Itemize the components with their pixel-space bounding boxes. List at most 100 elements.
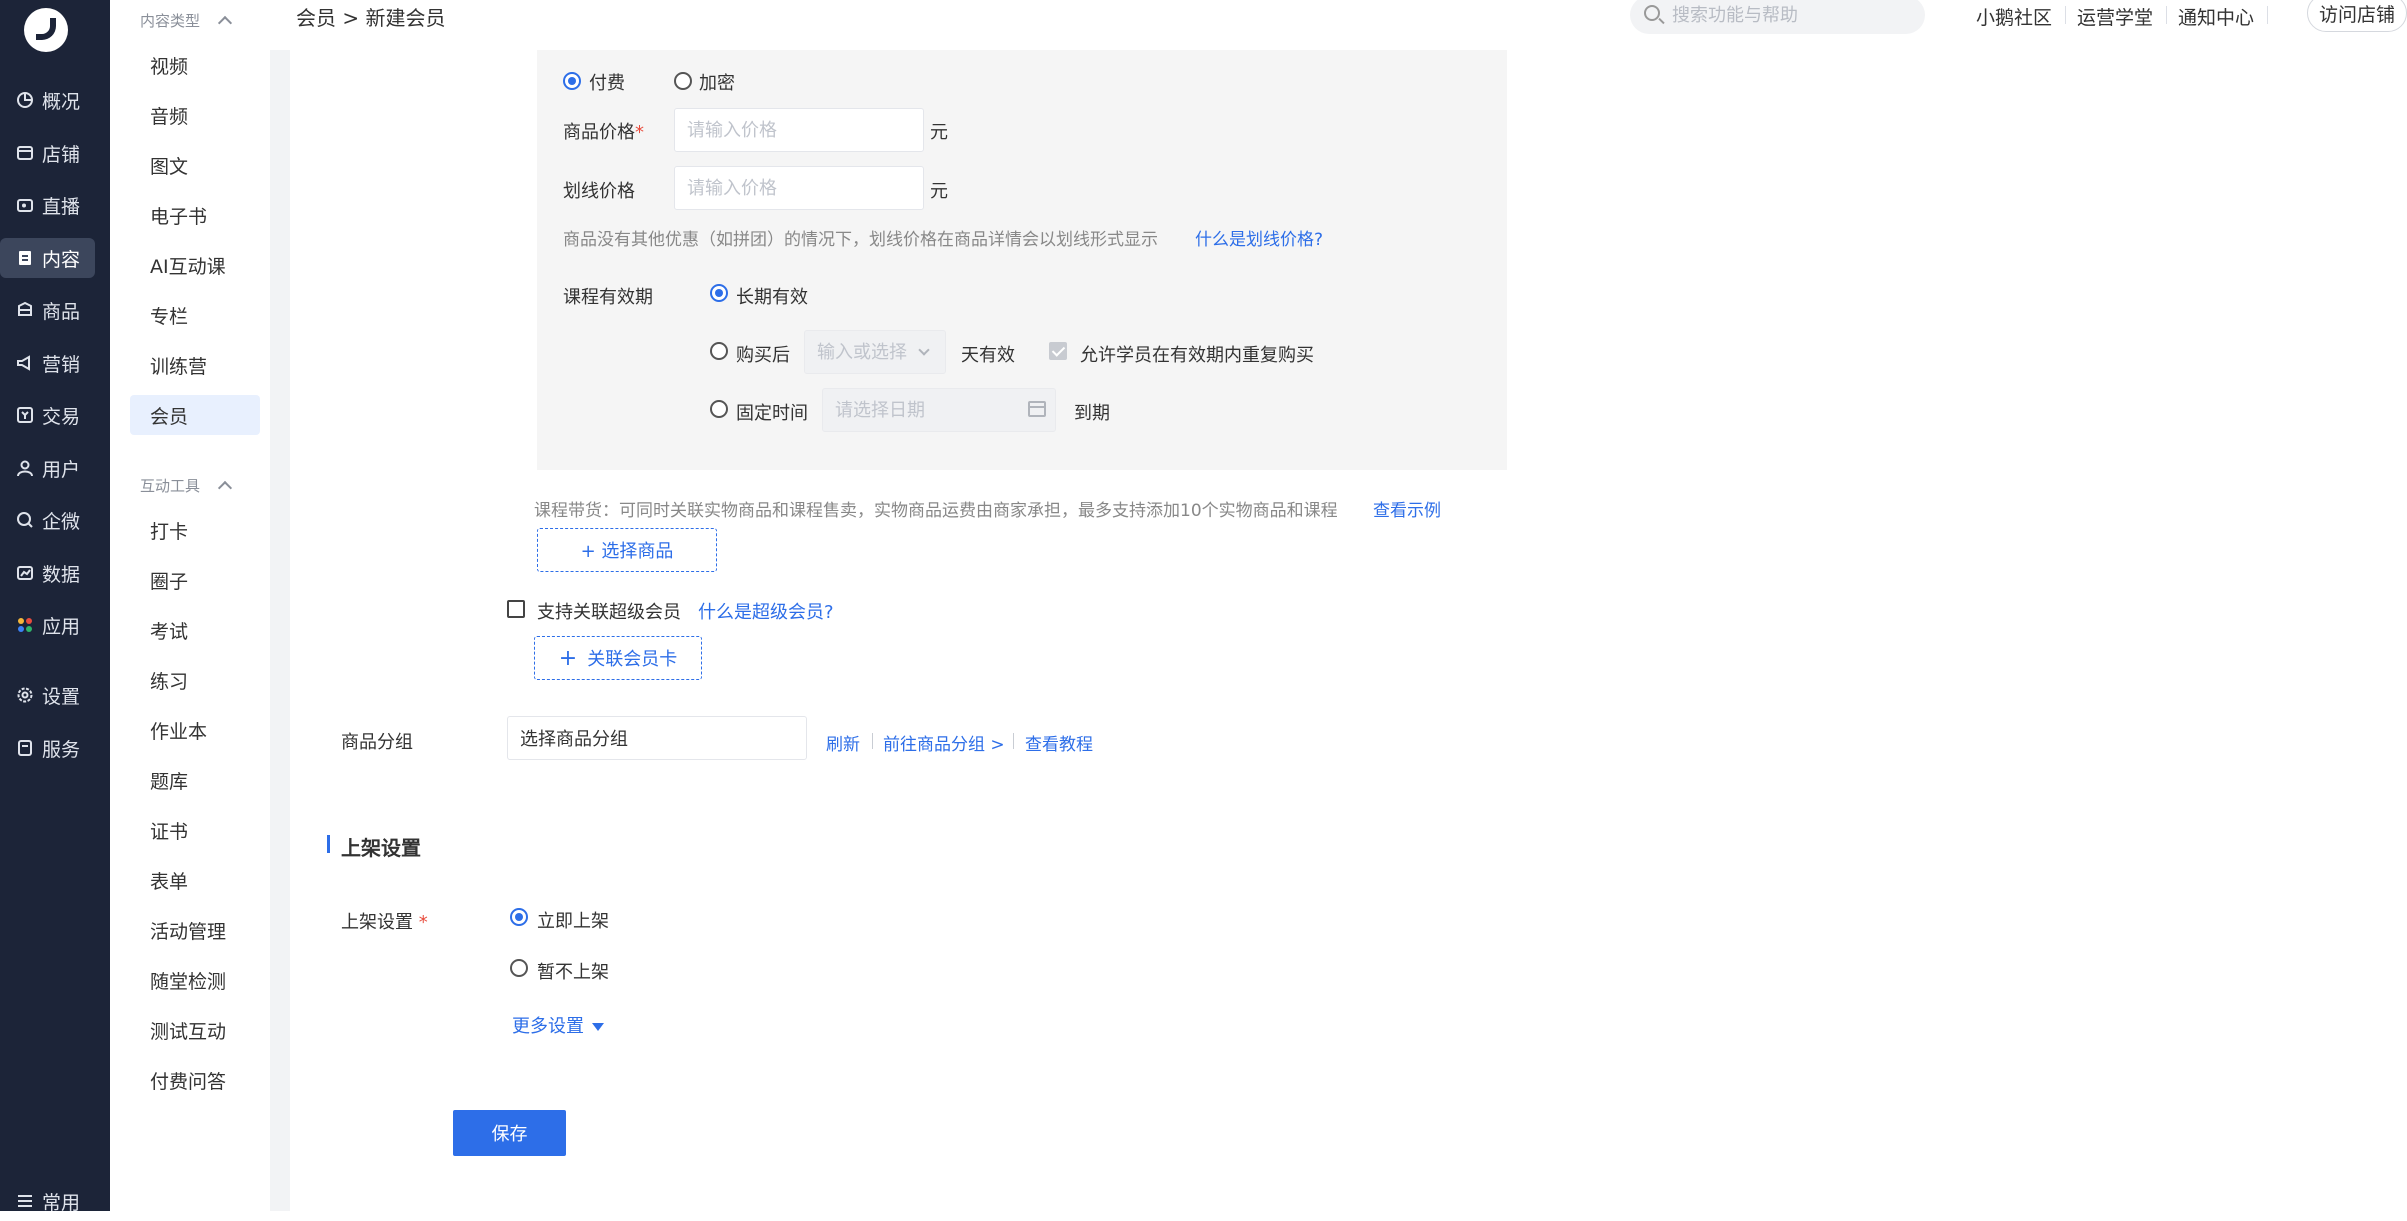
divider [1013,733,1014,749]
nav-item-list[interactable]: 常用 [0,1181,95,1221]
sidebar-item[interactable]: 会员 [130,395,260,435]
tutorial-link[interactable]: 查看教程 [1025,730,1093,755]
search-input[interactable] [1672,2,1912,28]
example-link[interactable]: 查看示例 [1373,496,1441,521]
search-icon [1644,5,1660,21]
search-box[interactable] [1630,0,1925,34]
divider [872,733,873,749]
goods-hint: 课程带货：可同时关联实物商品和课程售卖，实物商品运费由商家承担，最多支持添加10… [534,501,1338,521]
list-icon [16,1192,34,1210]
sidebar-item[interactable]: 测试互动 [130,1010,260,1050]
content-icon [16,249,34,267]
notification-center-link[interactable]: 通知中心 [2178,3,2254,30]
strike-price-help-link[interactable]: 什么是划线价格? [1195,225,1323,250]
nav-item-label: 概况 [42,90,81,113]
super-member-checkbox[interactable] [507,600,525,618]
sidebar-item[interactable]: 音频 [130,95,260,135]
visit-store-button[interactable]: 访问店铺 [2307,0,2407,32]
divider [2166,6,2167,24]
sidebar-item[interactable]: 考试 [130,610,260,650]
days-suffix: 天有效 [961,345,1015,366]
paid-radio[interactable] [563,72,581,90]
nav-item-label: 营销 [42,353,81,376]
sidebar-item[interactable]: 圈子 [130,560,260,600]
main-nav: 概况 店铺 直播 内容 商品 营销 交易 用户 企微 数据 应用 设置 服务 常用 [0,0,110,1214]
nav-item-wecom[interactable]: 企微 [0,500,95,540]
nav-item-megaphone[interactable]: 营销 [0,343,95,383]
nav-item-gear[interactable]: 设置 [0,675,95,715]
allow-rebuy-checkbox[interactable] [1049,342,1067,360]
nav-item-store[interactable]: 店铺 [0,133,95,173]
sidebar-item[interactable]: 随堂检测 [130,960,260,1000]
price-input[interactable] [674,108,924,152]
breadcrumb: 会员 > 新建会员 [296,6,446,30]
nav-item-trade[interactable]: 交易 [0,395,95,435]
date-picker[interactable] [822,388,1056,432]
nav-item-content[interactable]: 内容 [0,238,95,278]
nav-item-label: 内容 [42,248,81,271]
sidebar-item[interactable]: 专栏 [130,295,260,335]
sidebar-item[interactable]: 训练营 [130,345,260,385]
after-buy-label: 购买后 [736,345,790,366]
more-settings-toggle[interactable]: 更多设置 [512,1012,604,1038]
sidebar-item[interactable]: AI互动课 [130,245,260,285]
nav-item-label: 商品 [42,300,81,323]
encrypted-label: 加密 [699,73,735,94]
academy-link[interactable]: 运营学堂 [2077,3,2153,30]
sidebar-item[interactable]: 题库 [130,760,260,800]
after-buy-radio[interactable] [710,342,728,360]
forever-radio[interactable] [710,284,728,302]
user-icon [16,459,34,477]
fixed-date-radio[interactable] [710,400,728,418]
nav-item-service[interactable]: 服务 [0,728,95,768]
sidebar-item[interactable]: 图文 [130,145,260,185]
allow-rebuy-label: 允许学员在有效期内重复购买 [1080,345,1314,366]
nav-item-label: 企微 [42,510,81,533]
encrypted-radio[interactable] [674,72,692,90]
strike-price-unit: 元 [930,181,948,202]
strike-price-input[interactable] [674,166,924,210]
logo-icon[interactable] [24,8,68,52]
goto-group-link[interactable]: 前往商品分组 > [883,730,1005,755]
nav-item-user[interactable]: 用户 [0,448,95,488]
sidebar-item[interactable]: 证书 [130,810,260,850]
nav-item-data[interactable]: 数据 [0,553,95,593]
select-goods-button[interactable]: + 选择商品 [537,528,717,572]
sidebar-item[interactable]: 作业本 [130,710,260,750]
section-title: 上架设置 [341,836,421,860]
sidebar-item[interactable]: 视频 [130,45,260,85]
nav-item-product[interactable]: 商品 [0,290,95,330]
list-later-radio[interactable] [510,959,528,977]
sidebar-item[interactable]: 打卡 [130,510,260,550]
megaphone-icon [16,354,34,372]
list-now-radio[interactable] [510,908,528,926]
nav-item-live[interactable]: 直播 [0,185,95,225]
nav-item-label: 服务 [42,738,81,761]
calendar-icon [1028,401,1046,417]
list-later-label: 暂不上架 [537,962,609,983]
pie-chart-icon [16,91,34,109]
nav-item-pie-chart[interactable]: 概况 [0,80,95,120]
sidebar-group-header[interactable]: 互动工具 [140,475,233,496]
save-button[interactable]: 保存 [453,1110,566,1156]
caret-down-icon [592,1023,604,1031]
sidebar-item[interactable]: 练习 [130,660,260,700]
group-label: 商品分组 [341,732,413,753]
nav-item-apps[interactable]: 应用 [0,605,95,645]
refresh-link[interactable]: 刷新 [826,730,860,755]
strike-price-hint: 商品没有其他优惠（如拼团）的情况下，划线价格在商品详情会以划线形式显示 [563,230,1158,250]
sidebar-item[interactable]: 电子书 [130,195,260,235]
data-icon [16,564,34,582]
sidebar-group-header[interactable]: 内容类型 [140,10,233,31]
price-unit: 元 [930,122,948,143]
nav-item-label: 用户 [42,458,81,481]
sidebar-item[interactable]: 活动管理 [130,910,260,950]
store-icon [16,144,34,162]
link-member-card-button[interactable]: + 关联会员卡 [534,636,702,680]
sub-sidebar: 内容类型视频音频图文电子书 AI互动课专栏训练营会员互动工具打卡圈子考试练习作业本… [110,0,270,1211]
community-link[interactable]: 小鹅社区 [1976,3,2052,30]
sidebar-item[interactable]: 付费问答 [130,1060,260,1100]
super-member-help-link[interactable]: 什么是超级会员? [698,598,834,624]
sidebar-item[interactable]: 表单 [130,860,260,900]
group-select[interactable]: 选择商品分组 [507,716,807,760]
